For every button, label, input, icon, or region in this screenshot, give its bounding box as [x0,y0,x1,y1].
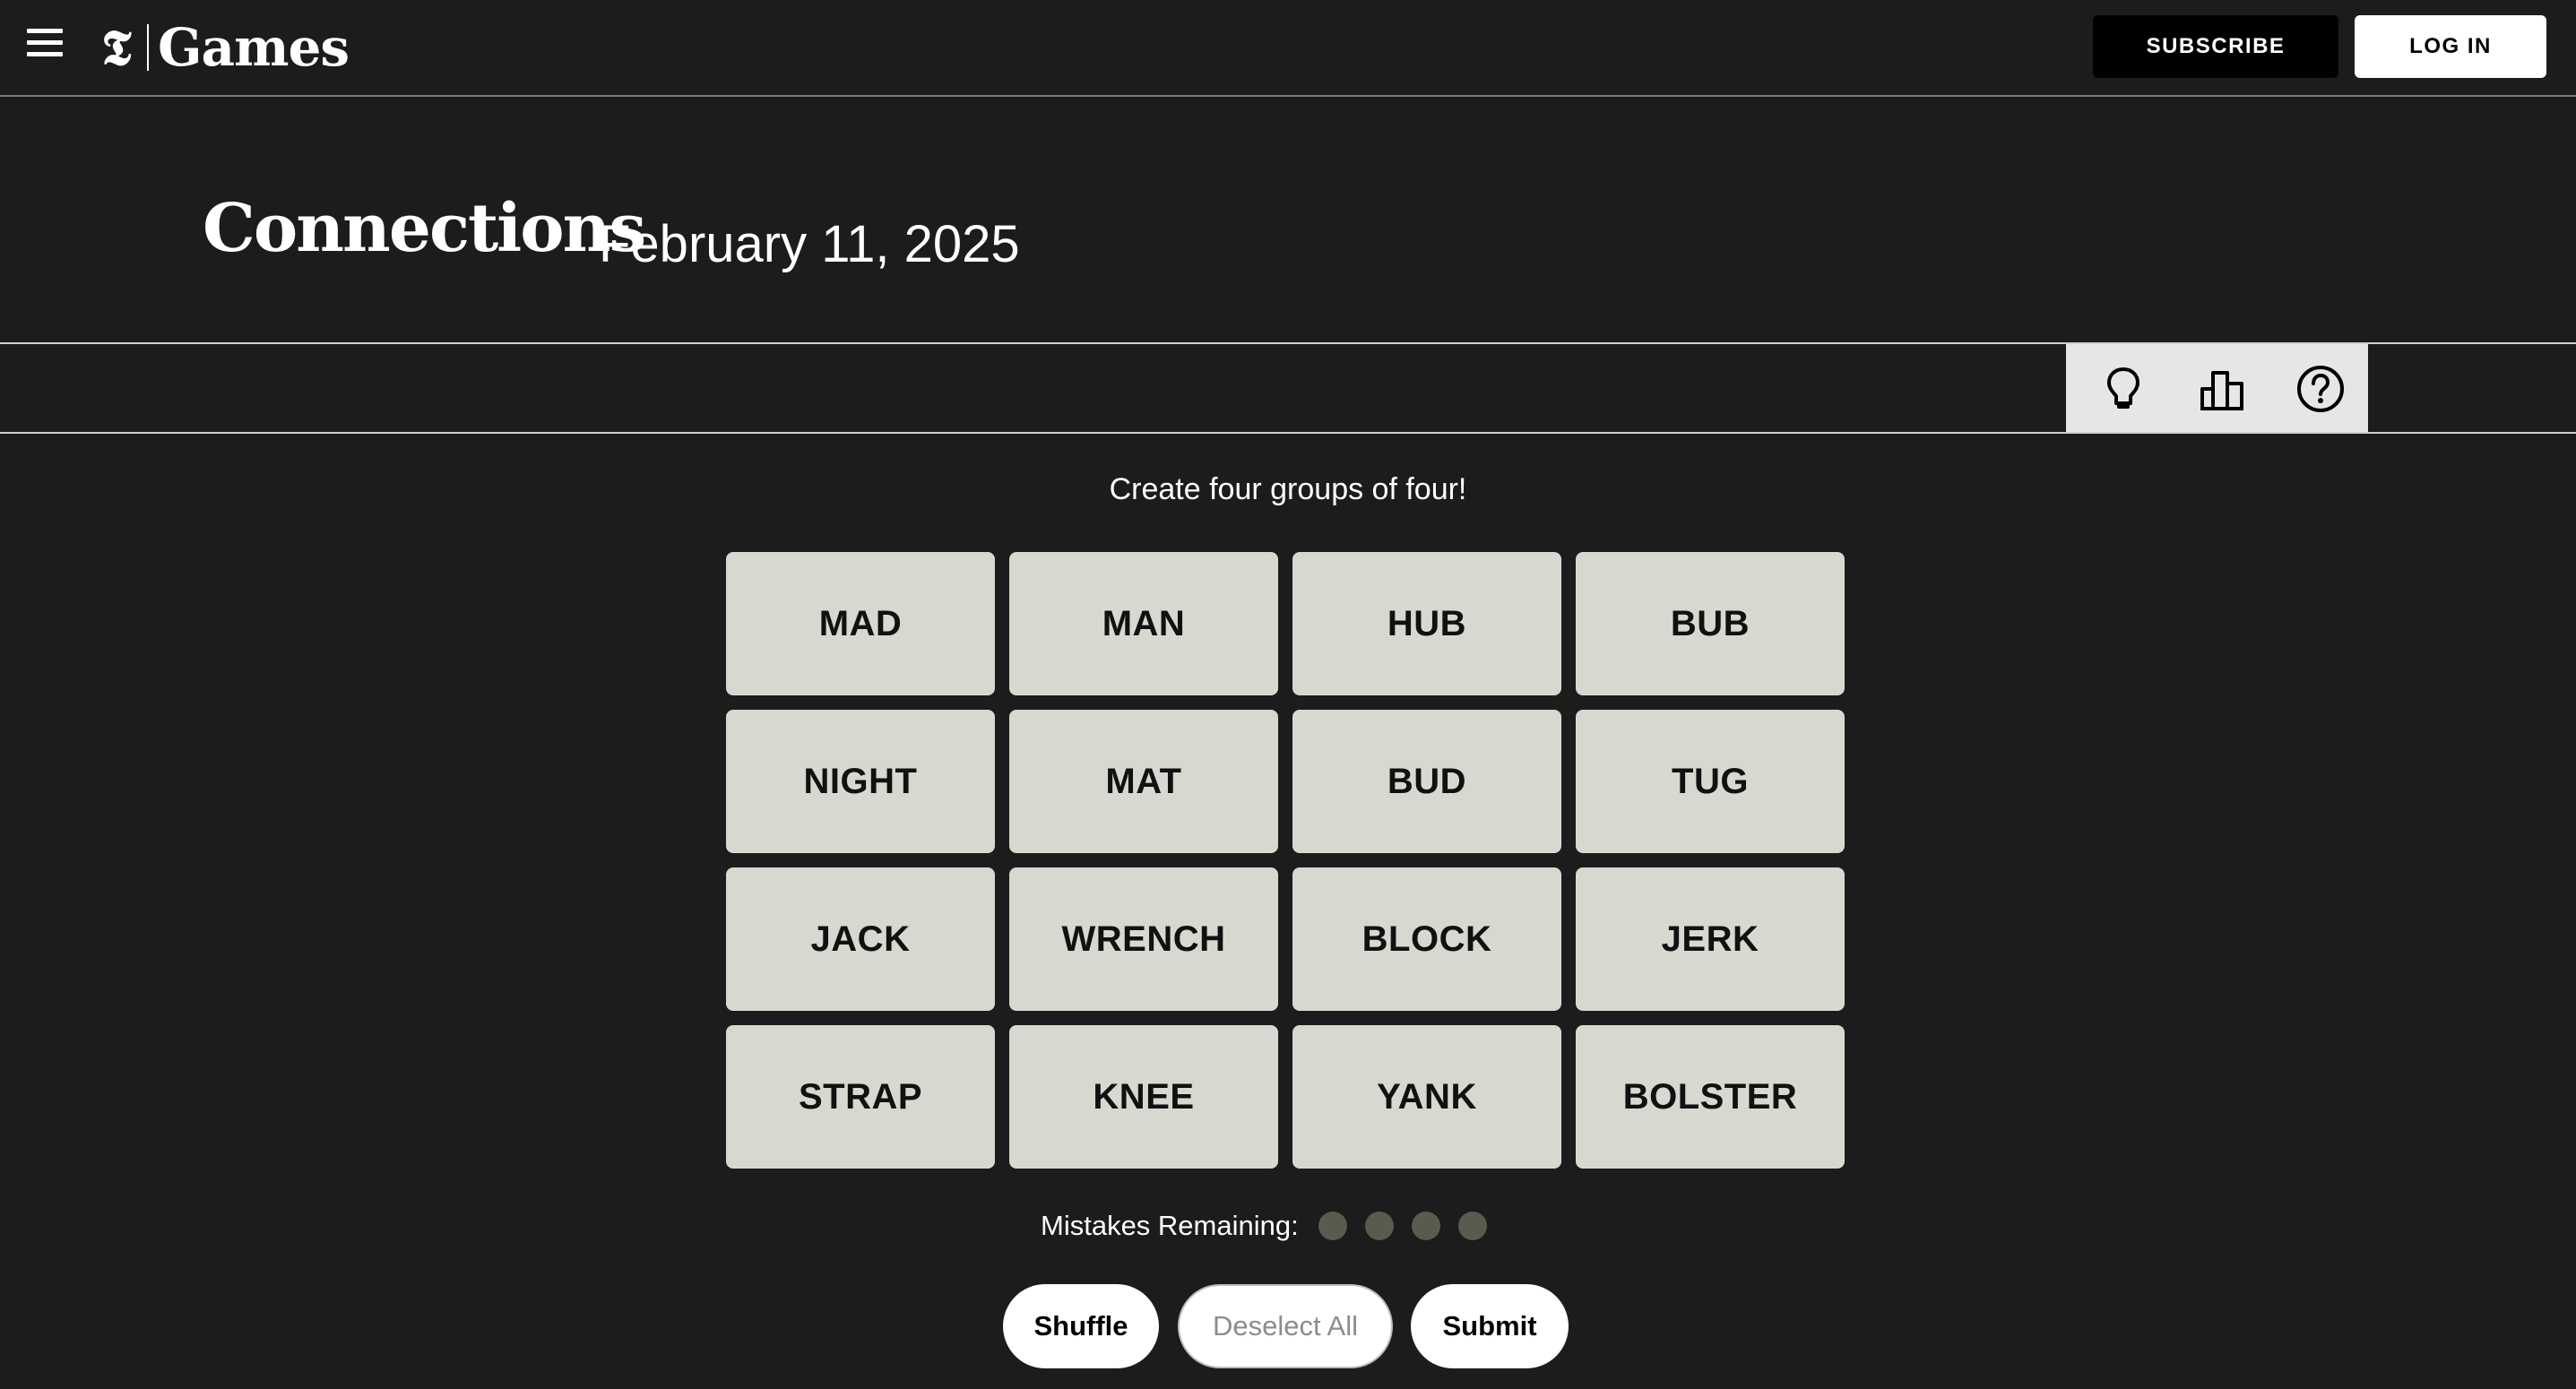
mistake-dots [1318,1212,1505,1240]
word-tile[interactable]: TUG [1576,710,1845,853]
word-tile[interactable]: MAN [1009,552,1278,695]
instructions-text: Create four groups of four! [1109,472,1467,506]
mistake-dot [1457,1212,1487,1240]
word-tile[interactable]: JACK [726,867,995,1011]
word-tile[interactable]: NIGHT [726,710,995,853]
toolbar [0,344,2576,434]
toolbar-icon-group [2066,344,2368,432]
logo-divider [147,24,149,71]
word-tile[interactable]: MAD [726,552,995,695]
top-header: 𝕿 Games SUBSCRIBE LOG IN [0,0,2576,97]
mistake-dot [1318,1212,1347,1240]
login-button[interactable]: LOG IN [2355,15,2546,78]
lightbulb-hint-icon[interactable] [2098,364,2148,414]
word-tile[interactable]: WRENCH [1009,867,1278,1011]
page-title: Connections [203,190,646,267]
puzzle-date: February 11, 2025 [599,215,1020,273]
word-tile[interactable]: JERK [1576,867,1845,1011]
title-band: Connections February 11, 2025 [0,97,2576,344]
submit-button[interactable]: Submit [1411,1284,1569,1368]
help-question-icon[interactable] [2295,364,2346,414]
word-tile[interactable]: BUB [1576,552,1845,695]
mistakes-remaining: Mistakes Remaining: [1041,1208,1505,1244]
nyt-logo-mark: 𝕿 [101,19,132,76]
shuffle-button[interactable]: Shuffle [1003,1284,1159,1368]
leaderboard-stats-icon[interactable] [2197,364,2247,414]
nyt-games-logo[interactable]: 𝕿 Games [97,16,350,79]
word-tile[interactable]: KNEE [1009,1025,1278,1169]
subscribe-button[interactable]: SUBSCRIBE [2093,15,2338,78]
word-tile[interactable]: STRAP [726,1025,995,1169]
deselect-all-button[interactable]: Deselect All [1178,1284,1393,1368]
word-tile[interactable]: YANK [1292,1025,1561,1169]
word-grid: MAD MAN HUB BUB NIGHT MAT BUD TUG JACK WRENCH BLOC… [726,552,1846,1169]
mistake-dot [1364,1212,1394,1240]
brand-name: Games [158,17,350,78]
mistakes-label: Mistakes Remaining: [1041,1210,1299,1241]
word-tile[interactable]: BUD [1292,710,1561,853]
word-tile[interactable]: BLOCK [1292,867,1561,1011]
mistake-dot [1411,1212,1440,1240]
hamburger-menu-icon[interactable] [27,29,63,61]
word-tile[interactable]: HUB [1292,552,1561,695]
word-tile[interactable]: BOLSTER [1576,1025,1845,1169]
word-tile[interactable]: MAT [1009,710,1278,853]
